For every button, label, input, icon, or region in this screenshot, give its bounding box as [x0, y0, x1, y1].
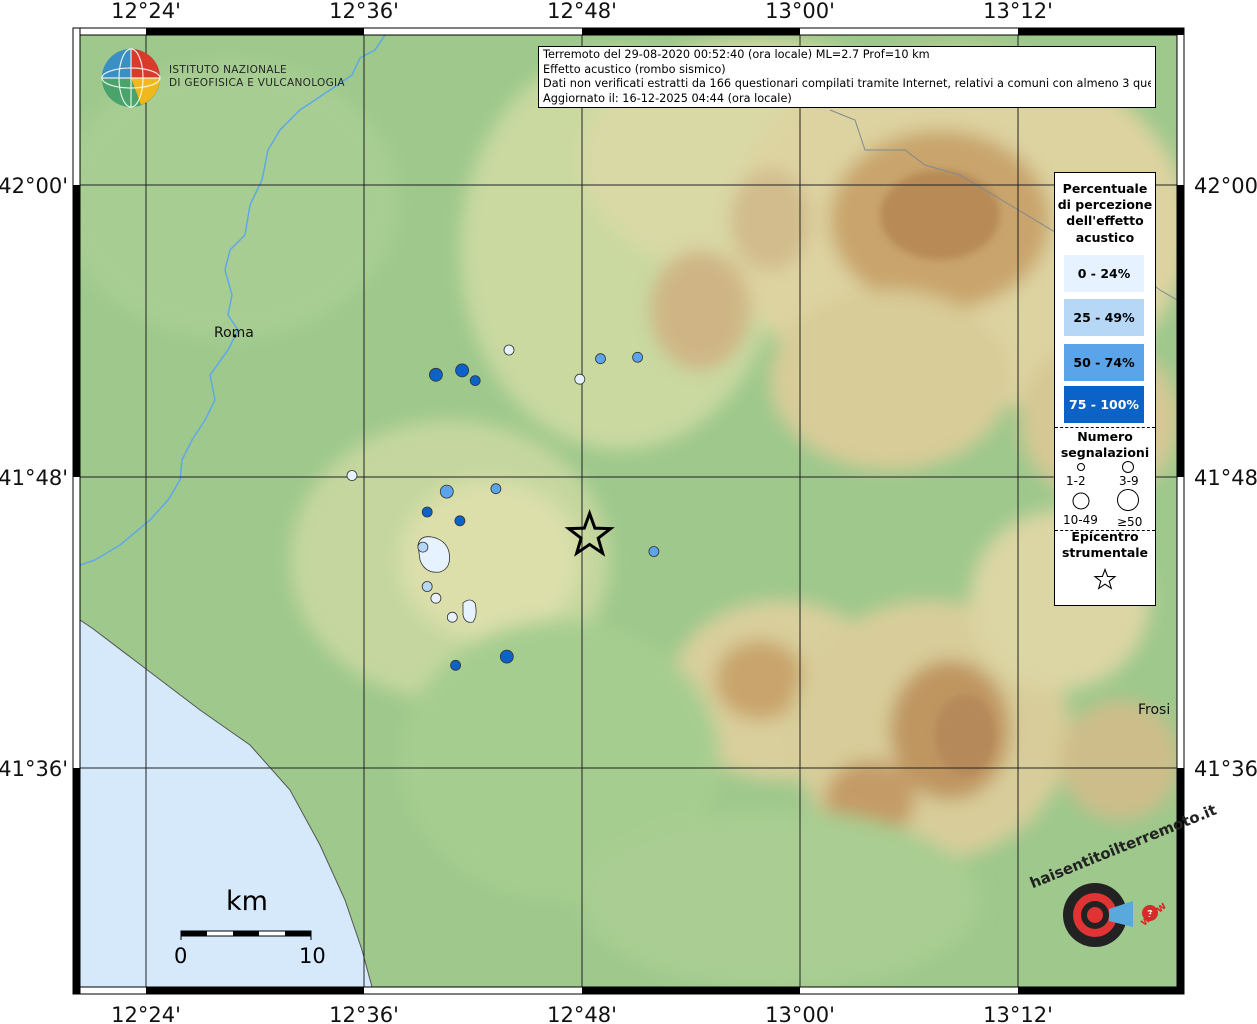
bottom-lon-label: 13°00'	[765, 1003, 835, 1024]
ingv-logo-globe	[101, 48, 161, 108]
legend-size-label: 10-49	[1063, 513, 1098, 527]
right-lat-label: 42°00'	[1194, 174, 1257, 198]
event-info-line: Effetto acustico (rombo sismico)	[543, 62, 726, 76]
legend-size-label: 1-2	[1066, 474, 1086, 488]
left-lat-label: 41°48'	[0, 466, 68, 490]
top-lon-label: 12°48'	[547, 0, 617, 23]
observation-point	[446, 611, 458, 623]
scale-min-label: 0	[174, 944, 188, 968]
top-lon-label: 12°36'	[329, 0, 399, 23]
right-lat-label: 41°36'	[1194, 757, 1257, 781]
legend-divider	[1055, 427, 1155, 428]
event-info-line: Dati non verificati estratti da 166 ques…	[543, 77, 1151, 91]
terrain-background	[80, 35, 1177, 987]
observation-point	[503, 344, 515, 356]
observation-point	[499, 649, 514, 664]
observation-point	[421, 506, 433, 518]
bottom-lon-label: 13°12'	[983, 1003, 1053, 1024]
place-label-roma: Roma	[214, 325, 254, 341]
event-info-line: Aggiornato il: 16-12-2025 04:44 (ora loc…	[543, 91, 792, 105]
legend-class-1: 0 - 24%	[1064, 255, 1144, 292]
legend-class-4: 75 - 100%	[1064, 386, 1144, 423]
observation-point	[421, 581, 433, 592]
bottom-lon-label: 12°48'	[547, 1003, 617, 1024]
legend-epicenter-title: strumentale	[1061, 545, 1149, 560]
top-lon-label: 12°24'	[111, 0, 181, 23]
legend-title-line: acustico	[1075, 229, 1135, 245]
scale-unit-label: km	[226, 886, 268, 917]
observation-point	[648, 546, 660, 557]
ingv-name-line2: DI GEOFISICA E VULCANOLOGIA	[169, 77, 345, 89]
observation-point	[430, 592, 442, 604]
legend-epicenter-title: Epicentro	[1071, 529, 1139, 544]
observation-point	[454, 515, 466, 527]
observation-point	[455, 363, 470, 378]
lake-nemi	[462, 599, 477, 623]
legend-size-label: 3-9	[1119, 474, 1139, 488]
top-lon-label: 13°12'	[983, 0, 1053, 23]
left-lat-label: 41°36'	[0, 757, 68, 781]
scale-max-label: 10	[299, 944, 326, 968]
observation-point	[469, 375, 481, 387]
right-lat-label: 41°48'	[1194, 466, 1257, 490]
top-lon-label: 13°00'	[765, 0, 835, 23]
observation-point	[595, 353, 606, 365]
legend-size-label: ≥50	[1117, 515, 1143, 529]
observation-point	[428, 367, 443, 382]
legend-title-line: Percentuale	[1062, 181, 1148, 196]
legend-size-symbols	[1072, 461, 1139, 511]
observation-point	[490, 483, 502, 495]
ingv-logo-text: ISTITUTO NAZIONALE DI GEOFISICA E VULCAN…	[169, 64, 345, 90]
event-info-box: Terremoto del 29-08-2020 00:52:40 (ora l…	[538, 46, 1156, 108]
legend-title-line: dell'effetto	[1066, 213, 1144, 229]
event-info-line: Terremoto del 29-08-2020 00:52:40 (ora l…	[543, 48, 930, 61]
legend-class-3: 50 - 74%	[1064, 344, 1144, 381]
legend-title-line: di percezione	[1057, 197, 1153, 213]
legend-star-icon	[1093, 568, 1117, 590]
legend-class-2: 25 - 49%	[1064, 299, 1144, 336]
observation-point	[346, 470, 358, 481]
legend-count-title: Numero	[1077, 429, 1133, 444]
bottom-lon-label: 12°24'	[111, 1003, 181, 1024]
left-lat-label: 42°00'	[0, 174, 68, 198]
observation-point	[439, 484, 454, 499]
observation-point	[450, 659, 462, 671]
observation-point	[574, 373, 586, 385]
observation-point	[417, 541, 429, 553]
ingv-name-line1: ISTITUTO NAZIONALE	[169, 64, 287, 76]
map-legend: Percentuale di percezione dell'effetto a…	[1054, 172, 1156, 606]
observation-point	[632, 351, 643, 363]
place-label-frosinone: Frosi	[1138, 702, 1170, 718]
bottom-lon-label: 12°36'	[329, 1003, 399, 1024]
